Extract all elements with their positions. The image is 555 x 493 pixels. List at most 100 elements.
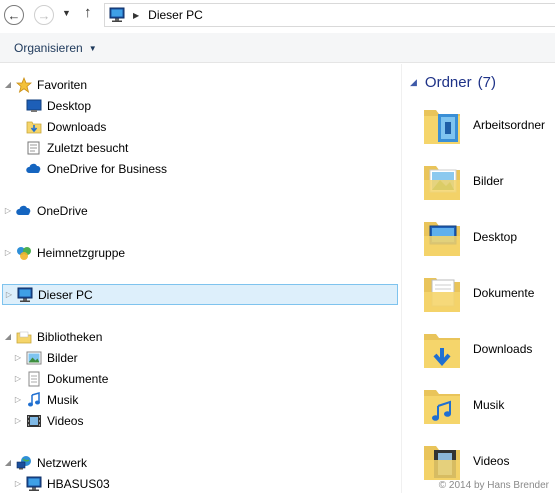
expand-arrow-icon[interactable]: ▷ [14, 390, 22, 410]
content-pane: ◢ Ordner (7) Arbeitsordner Bilder Deskto… [401, 64, 555, 493]
expand-arrow-icon[interactable]: ▷ [4, 201, 12, 221]
recent-locations-dropdown[interactable]: ▼ [62, 8, 71, 18]
expand-arrow-icon[interactable]: ▷ [14, 348, 22, 368]
cloud-icon [16, 205, 31, 215]
nav-item-label: Downloads [47, 120, 107, 134]
documents-folder-icon [424, 278, 460, 312]
computer-icon [109, 7, 125, 22]
chevron-down-icon: ▼ [88, 43, 97, 53]
collapse-arrow-icon[interactable]: ◢ [4, 327, 12, 347]
cloud-icon [26, 163, 41, 173]
folder-label: Arbeitsordner [473, 118, 546, 132]
nav-item-network-hbasus03[interactable]: ▷ HBASUS03 [0, 474, 400, 493]
nav-item-onedrive[interactable]: ▷ OneDrive [0, 201, 400, 221]
pictures-folder-icon [424, 166, 460, 200]
pictures-icon [26, 351, 42, 365]
expand-arrow-icon[interactable]: ▷ [14, 369, 22, 389]
up-button[interactable]: ↑ [84, 4, 92, 21]
nav-item-label: OneDrive [37, 204, 88, 218]
nav-item-label: Videos [47, 414, 84, 428]
nav-item-label: Heimnetzgruppe [37, 246, 126, 260]
nav-item-label: Favoriten [37, 78, 88, 92]
expand-arrow-icon[interactable]: ▷ [14, 411, 22, 431]
computer-icon [17, 287, 33, 302]
star-icon [16, 77, 32, 93]
nav-item-favorites-desktop[interactable]: Desktop [0, 96, 400, 116]
breadcrumb-separator-icon[interactable]: ▶ [133, 11, 139, 20]
command-bar: Organisieren ▼ [0, 33, 555, 63]
homegroup-icon [17, 247, 31, 260]
music-note-icon [28, 392, 40, 407]
group-count: (7) [477, 74, 496, 91]
group-title: Ordner [424, 74, 472, 91]
folder-label: Videos [473, 454, 510, 468]
organize-button[interactable]: Organisieren ▼ [14, 41, 97, 55]
folder-label: Downloads [473, 342, 533, 356]
address-bar-row: ← → ▼ ↑ ▶ Dieser PC [0, 0, 555, 32]
nav-item-label: OneDrive for Business [47, 162, 168, 176]
nav-item-label: Dieser PC [38, 288, 93, 302]
folder-item-pictures[interactable]: Bilder [422, 158, 555, 206]
nav-item-libraries[interactable]: ◢ Bibliotheken [0, 327, 400, 347]
nav-item-label: Zuletzt besucht [47, 141, 129, 155]
nav-item-this-pc[interactable]: ▷ Dieser PC [2, 284, 398, 305]
nav-item-network[interactable]: ◢ Netzwerk [0, 453, 400, 473]
work-folders-icon [424, 110, 460, 144]
folder-label: Bilder [473, 174, 504, 188]
nav-item-label: Bilder [47, 351, 78, 365]
downloads-folder-icon [26, 121, 42, 134]
arrow-up-icon: ↑ [84, 4, 92, 21]
film-strip-icon [27, 415, 41, 427]
nav-item-favorites-recent[interactable]: Zuletzt besucht [0, 138, 400, 158]
address-field[interactable]: ▶ Dieser PC [104, 3, 555, 27]
forward-button[interactable]: → [34, 5, 54, 25]
folder-item-documents[interactable]: Dokumente [422, 270, 555, 318]
nav-item-label: Bibliotheken [37, 330, 103, 344]
recent-places-icon [27, 141, 40, 155]
desktop-icon [26, 99, 42, 112]
nav-item-favorites[interactable]: ◢ Favoriten [0, 75, 400, 95]
nav-item-label: HBASUS03 [47, 477, 110, 491]
folder-item-work-folders[interactable]: Arbeitsordner [422, 102, 555, 150]
organize-label: Organisieren [14, 41, 83, 55]
computer-icon [26, 476, 42, 491]
folders-group-header[interactable]: ◢ Ordner (7) [410, 74, 496, 91]
documents-icon [28, 371, 40, 387]
nav-item-label: Netzwerk [37, 456, 88, 470]
folder-label: Musik [473, 398, 505, 412]
nav-item-favorites-downloads[interactable]: Downloads [0, 117, 400, 137]
nav-item-label: Desktop [47, 99, 92, 113]
chevron-down-icon: ▼ [62, 8, 71, 18]
copyright-watermark: © 2014 by Hans Brender [438, 480, 549, 491]
folder-item-music[interactable]: Musik [422, 382, 555, 430]
nav-item-label: Musik [47, 393, 79, 407]
music-folder-icon [424, 390, 460, 424]
desktop-folder-icon [424, 222, 460, 256]
nav-item-libraries-music[interactable]: ▷ Musik [0, 390, 400, 410]
folder-item-downloads[interactable]: Downloads [422, 326, 555, 374]
collapse-arrow-icon[interactable]: ◢ [410, 77, 417, 88]
folder-label: Desktop [473, 230, 518, 244]
folder-item-desktop[interactable]: Desktop [422, 214, 555, 262]
collapse-arrow-icon[interactable]: ◢ [4, 453, 12, 473]
arrow-right-icon: → [37, 7, 51, 23]
expand-arrow-icon[interactable]: ▷ [5, 285, 13, 305]
nav-item-libraries-pictures[interactable]: ▷ Bilder [0, 348, 400, 368]
downloads-folder-icon [424, 334, 460, 368]
collapse-arrow-icon[interactable]: ◢ [4, 75, 12, 95]
expand-arrow-icon[interactable]: ▷ [14, 474, 22, 493]
nav-item-libraries-documents[interactable]: ▷ Dokumente [0, 369, 400, 389]
folder-item-videos[interactable]: Videos [422, 438, 555, 486]
breadcrumb-location[interactable]: Dieser PC [148, 8, 203, 22]
libraries-icon [16, 331, 32, 344]
navigation-pane: ◢ Favoriten Desktop Downloads Zuletzt be… [0, 64, 400, 493]
nav-item-homegroup[interactable]: ▷ Heimnetzgruppe [0, 243, 400, 263]
nav-item-libraries-videos[interactable]: ▷ Videos [0, 411, 400, 431]
videos-folder-icon [424, 446, 460, 480]
expand-arrow-icon[interactable]: ▷ [4, 243, 12, 263]
arrow-left-icon: ← [7, 7, 21, 23]
network-icon [16, 456, 31, 470]
nav-item-label: Dokumente [47, 372, 109, 386]
nav-item-favorites-onedrive-business[interactable]: OneDrive for Business [0, 159, 400, 179]
back-button[interactable]: ← [4, 5, 24, 25]
